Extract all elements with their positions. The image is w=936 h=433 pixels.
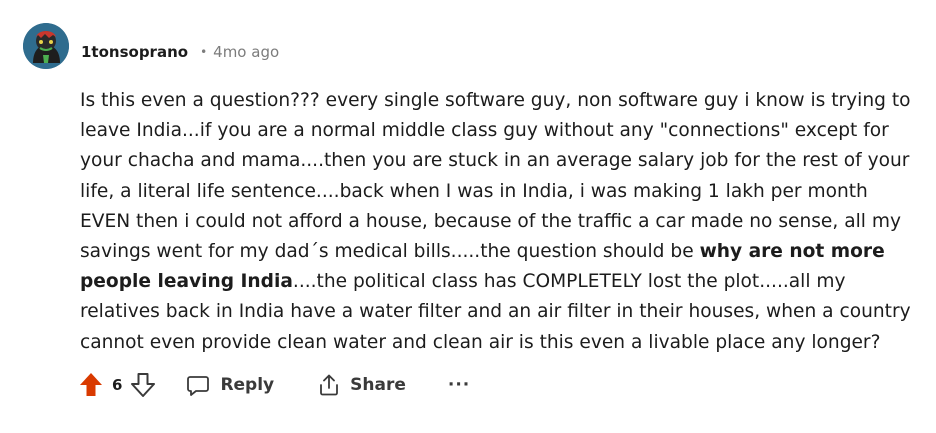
avatar-image xyxy=(23,23,69,69)
comment-action-bar: 6 Reply Share ··· xyxy=(78,366,470,404)
downvote-arrow-icon[interactable] xyxy=(130,370,156,400)
comment: 1tonsoprano • 4mo ago Is this even a que… xyxy=(0,0,936,433)
share-button[interactable]: Share xyxy=(318,367,406,403)
ellipsis-icon[interactable]: ··· xyxy=(448,375,470,395)
share-icon xyxy=(318,373,340,397)
meta-separator: • xyxy=(200,45,208,59)
reply-button[interactable]: Reply xyxy=(186,367,274,403)
comment-body-text: Is this even a question??? every single … xyxy=(80,90,911,263)
comment-meta: 1tonsoprano • 4mo ago xyxy=(81,41,279,63)
vote-count: 6 xyxy=(112,376,123,394)
user-avatar[interactable] xyxy=(23,23,69,69)
comment-body: Is this even a question??? every single … xyxy=(80,86,915,358)
speech-bubble-icon xyxy=(186,373,210,397)
author-username[interactable]: 1tonsoprano xyxy=(81,43,188,61)
reply-label: Reply xyxy=(220,375,275,395)
comment-timestamp[interactable]: 4mo ago xyxy=(213,43,279,61)
vote-controls: 6 xyxy=(78,370,156,400)
upvote-arrow-icon[interactable] xyxy=(78,370,104,400)
share-label: Share xyxy=(350,375,406,395)
